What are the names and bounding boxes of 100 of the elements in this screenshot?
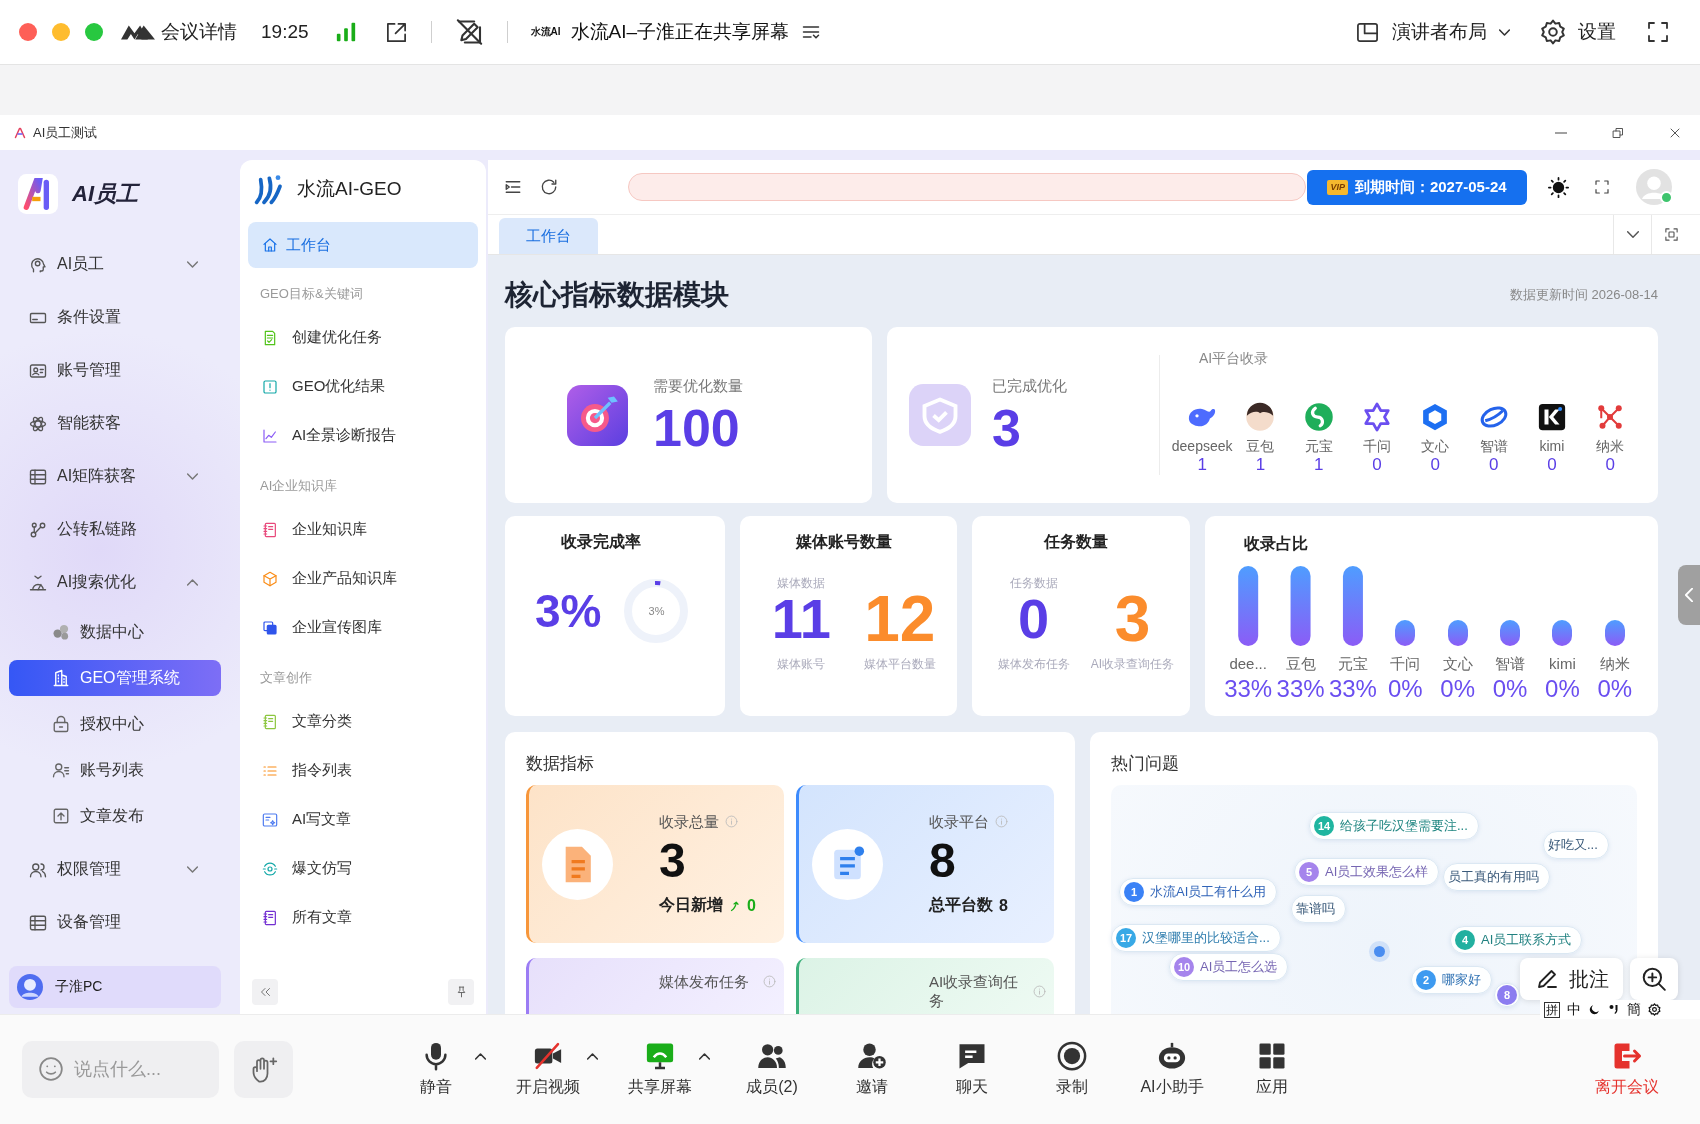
- category-label: 豆包: [1284, 655, 1317, 673]
- question-bubble[interactable]: 10 AI员工怎么选: [1169, 953, 1289, 981]
- nav-item[interactable]: AI全景诊断报告: [248, 411, 478, 460]
- layers-icon: [262, 619, 278, 636]
- question-bubble[interactable]: 17 汉堡哪里的比较适合...: [1111, 924, 1281, 952]
- sidebar-item[interactable]: 条件设置: [9, 291, 221, 344]
- settings-icon[interactable]: [1648, 1003, 1661, 1016]
- toolbar-button[interactable]: 聊天: [934, 1041, 1010, 1098]
- square-logo-icon: [1536, 402, 1567, 432]
- toolbar-button[interactable]: 录制: [1034, 1041, 1110, 1098]
- fullscreen-icon[interactable]: [1646, 20, 1670, 44]
- toolbar-button[interactable]: 开启视频: [510, 1041, 586, 1098]
- settings-button[interactable]: 设置: [1540, 19, 1616, 45]
- frame-icon: [262, 811, 278, 828]
- user-card[interactable]: 子淮PC: [9, 966, 221, 1008]
- sidebar-subitem[interactable]: 账号列表: [9, 752, 221, 788]
- moon-icon[interactable]: [1588, 1003, 1601, 1016]
- nav-item[interactable]: 企业知识库: [248, 505, 478, 554]
- sidebar-subitem[interactable]: 文章发布: [9, 798, 221, 834]
- sidebar-item[interactable]: AI矩阵获客: [9, 450, 221, 503]
- sidebar-subitem[interactable]: 授权中心: [9, 706, 221, 742]
- question-bubble[interactable]: 5 AI员工效果怎么样: [1294, 858, 1440, 886]
- toolbar-button[interactable]: 邀请: [834, 1041, 910, 1098]
- toolbar-button[interactable]: 成员(2): [734, 1041, 810, 1098]
- layout-button[interactable]: 演讲者布局: [1355, 19, 1510, 45]
- nav-item[interactable]: 所有文章: [248, 893, 478, 942]
- question-bubble[interactable]: 2 哪家好: [1411, 966, 1492, 994]
- refresh-icon[interactable]: [540, 178, 558, 196]
- toolbar-button[interactable]: 应用: [1234, 1041, 1310, 1098]
- info-icon: [995, 815, 1008, 828]
- zoom-in-icon[interactable]: [1641, 966, 1667, 992]
- metric-value: 3: [659, 835, 687, 887]
- building-icon: [52, 669, 70, 687]
- video-off-icon: [533, 1041, 563, 1071]
- nav-item[interactable]: 指令列表: [248, 746, 478, 795]
- sidebar-item[interactable]: 设备管理: [9, 896, 221, 949]
- sidebar-item[interactable]: 公转私链路: [9, 503, 221, 556]
- input-mode-key[interactable]: 拼: [1544, 1001, 1560, 1018]
- annotate-button[interactable]: 批注: [1520, 958, 1623, 1000]
- window-title: AI员工测试: [33, 123, 98, 142]
- punctuation-icon[interactable]: [1608, 1003, 1620, 1016]
- nav-item[interactable]: 文章分类: [248, 697, 478, 746]
- language-mode[interactable]: 中: [1567, 1000, 1581, 1019]
- leave-button[interactable]: 离开会议: [1582, 1041, 1672, 1098]
- record-icon: [1057, 1041, 1087, 1071]
- sidebar-subitem[interactable]: GEO管理系统: [9, 660, 221, 696]
- menu-icon[interactable]: [504, 178, 522, 196]
- sidebar-item[interactable]: 账号管理: [9, 344, 221, 397]
- update-time: 数据更新时间 2026-08-14: [1509, 286, 1658, 304]
- close-icon[interactable]: [1669, 126, 1681, 139]
- sidebar-item[interactable]: AI员工: [9, 238, 221, 291]
- tab[interactable]: 工作台: [499, 218, 598, 254]
- external-link-icon[interactable]: [384, 20, 408, 44]
- nav-item[interactable]: 工作台: [248, 222, 478, 268]
- question-bubble[interactable]: 好吃又...: [1543, 831, 1609, 859]
- toolbar-button[interactable]: 共享屏幕: [622, 1041, 698, 1098]
- caret-icon[interactable]: [474, 1053, 486, 1060]
- question-bubble[interactable]: 14 给孩子吃汉堡需要注...: [1309, 812, 1479, 840]
- script-mode[interactable]: 簡: [1627, 1000, 1641, 1019]
- minimize-icon[interactable]: [1555, 131, 1567, 134]
- sidebar-item[interactable]: AI搜索优化: [9, 556, 221, 609]
- card-title: 热门问题: [1111, 753, 1180, 775]
- question-bubble[interactable]: 员工真的有用吗: [1443, 863, 1550, 891]
- question-bubble[interactable]: 1 水流AI员工有什么用: [1119, 878, 1278, 906]
- nav-item[interactable]: 企业产品知识库: [248, 554, 478, 603]
- category-label: 文心: [1441, 655, 1474, 673]
- nav-item[interactable]: AI写文章: [248, 795, 478, 844]
- shield-check-icon: [909, 384, 971, 446]
- info-icon: [763, 975, 776, 988]
- close-light-icon[interactable]: [19, 23, 37, 41]
- dot-icon: [1374, 946, 1385, 957]
- restore-icon[interactable]: [1612, 126, 1624, 139]
- chat-input[interactable]: 说点什么...: [22, 1041, 219, 1098]
- sidebar-item[interactable]: 智能获客: [9, 397, 221, 450]
- pen-off-icon[interactable]: [454, 18, 484, 46]
- meeting-info-button[interactable]: 会议详情: [161, 19, 237, 45]
- nav-item[interactable]: 创建优化任务: [248, 313, 478, 362]
- pin-button[interactable]: [448, 979, 474, 1005]
- chevron-down-icon[interactable]: [1626, 231, 1639, 238]
- sidebar-item[interactable]: 权限管理: [9, 843, 221, 896]
- rank-badge: 2: [1416, 970, 1436, 990]
- nav-item[interactable]: GEO优化结果: [248, 362, 478, 411]
- expiry-button[interactable]: VIP 到期时间：2027-05-24: [1307, 169, 1527, 205]
- scan-icon[interactable]: [1663, 227, 1679, 242]
- vip-badge: VIP: [1327, 179, 1348, 195]
- metric-sub-label: 今日新增: [659, 895, 723, 915]
- chevron-down-icon: [1499, 28, 1510, 36]
- question-bubble[interactable]: 靠谱吗: [1291, 895, 1346, 923]
- caret-icon[interactable]: [698, 1053, 710, 1060]
- value-label: 33%: [1327, 675, 1378, 703]
- nav-item[interactable]: 爆文仿写: [248, 844, 478, 893]
- caret-icon[interactable]: [586, 1053, 598, 1060]
- nav-item[interactable]: 企业宣传图库: [248, 603, 478, 652]
- sidebar-subitem[interactable]: 数据中心: [9, 614, 221, 650]
- sun-icon[interactable]: [1548, 176, 1569, 198]
- toolbar-button[interactable]: 静音: [398, 1041, 474, 1098]
- question-bubble[interactable]: 4 AI员工联系方式: [1450, 926, 1583, 954]
- raise-hand-button[interactable]: [234, 1041, 293, 1098]
- value-label: 0%: [1544, 675, 1581, 703]
- toolbar-button[interactable]: AI小助手: [1134, 1041, 1210, 1098]
